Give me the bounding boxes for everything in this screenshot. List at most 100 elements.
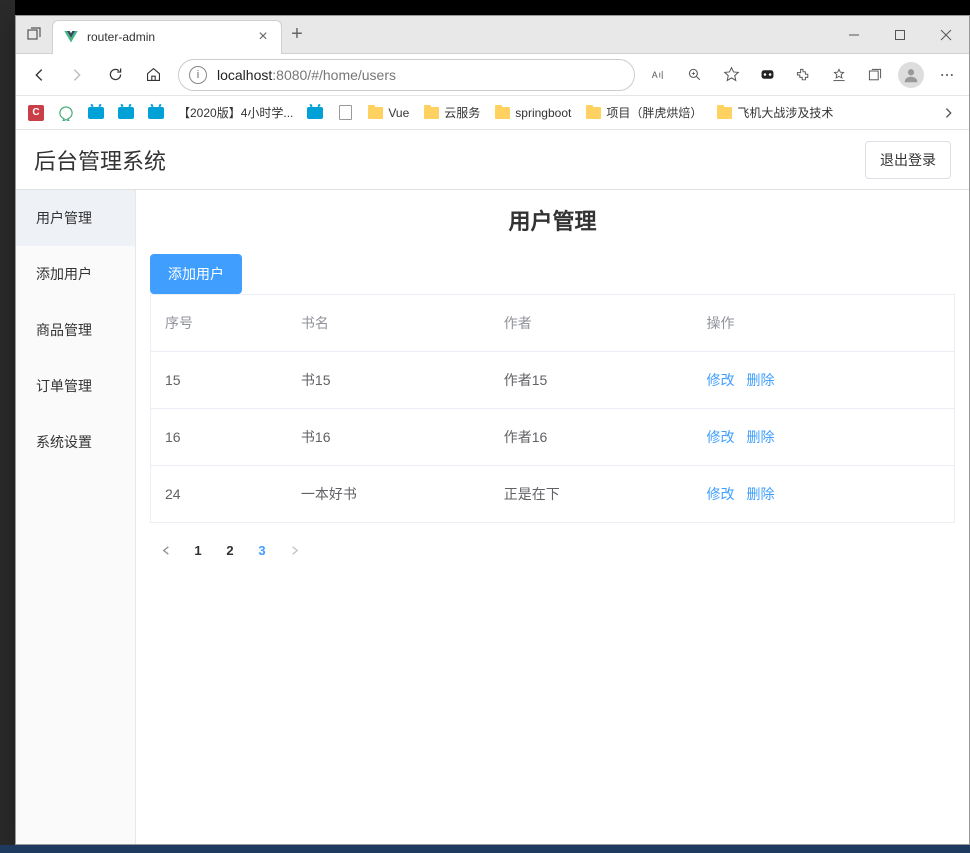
- favorites-bar-icon[interactable]: [823, 59, 855, 91]
- page-title: 用户管理: [150, 204, 955, 236]
- page-number-button[interactable]: 3: [246, 535, 278, 565]
- folder-icon: [585, 105, 601, 121]
- cell-id: 15: [151, 352, 287, 409]
- bili-icon: [307, 105, 323, 121]
- browser-title-bar: router-admin × +: [16, 16, 969, 54]
- browser-tab[interactable]: router-admin ×: [52, 20, 282, 54]
- refresh-button[interactable]: [98, 58, 132, 92]
- table-header-actions: 操作: [693, 295, 955, 352]
- site-info-icon[interactable]: i: [189, 66, 207, 84]
- folder-icon: [423, 105, 439, 121]
- table-row: 16书16作者16修改删除: [151, 409, 955, 466]
- bili-icon: [148, 105, 164, 121]
- bookmark-item[interactable]: [82, 99, 110, 127]
- zoom-icon[interactable]: [679, 59, 711, 91]
- table-header-row: 序号 书名 作者 操作: [151, 295, 955, 352]
- new-tab-button[interactable]: +: [282, 23, 312, 46]
- bookmark-item[interactable]: [331, 99, 359, 127]
- cell-name: 书16: [287, 409, 490, 466]
- url-text: localhost:8080/#/home/users: [217, 67, 624, 83]
- table-header-author: 作者: [490, 295, 693, 352]
- page-number-button[interactable]: 2: [214, 535, 246, 565]
- bookmark-icon: [58, 105, 74, 121]
- edit-link[interactable]: 修改: [707, 429, 735, 445]
- bookmark-item[interactable]: C: [22, 99, 50, 127]
- folder-icon: [367, 105, 383, 121]
- bookmark-item[interactable]: [52, 99, 80, 127]
- menu-icon[interactable]: [931, 59, 963, 91]
- main-content: 用户管理 添加用户 序号 书名 作者 操作 15书15作者15修改删除16书16…: [136, 190, 969, 844]
- bili-icon: [88, 105, 104, 121]
- back-button[interactable]: [22, 58, 56, 92]
- forward-button[interactable]: [60, 58, 94, 92]
- app-header: 后台管理系统 退出登录: [16, 130, 969, 190]
- bookmark-item[interactable]: 【2020版】4小时学...: [172, 99, 299, 127]
- app-title: 后台管理系统: [34, 144, 865, 176]
- bookmark-folder[interactable]: 云服务: [417, 99, 486, 127]
- app-viewport: 后台管理系统 退出登录 用户管理 添加用户 商品管理 订单管理 系统设置 用户管…: [16, 130, 969, 844]
- extensions-icon[interactable]: [787, 59, 819, 91]
- logout-button[interactable]: 退出登录: [865, 141, 951, 179]
- bookmark-item[interactable]: [142, 99, 170, 127]
- vue-icon: [63, 29, 79, 45]
- address-bar: i localhost:8080/#/home/users A: [16, 54, 969, 96]
- bookmark-bar: C 【2020版】4小时学... Vue 云服务 springboot 项目（胖…: [16, 96, 969, 130]
- sidebar-item-add-user[interactable]: 添加用户: [16, 246, 135, 302]
- tab-close-icon[interactable]: ×: [255, 29, 271, 45]
- bookmark-folder[interactable]: springboot: [488, 99, 577, 127]
- cell-author: 作者15: [490, 352, 693, 409]
- bili-icon: [118, 105, 134, 121]
- cell-actions: 修改删除: [693, 466, 955, 523]
- bookmark-label: Vue: [388, 106, 409, 120]
- sidebar-item-products[interactable]: 商品管理: [16, 302, 135, 358]
- page-number-button[interactable]: 1: [182, 535, 214, 565]
- table-header-id: 序号: [151, 295, 287, 352]
- bookmark-icon: C: [28, 105, 44, 121]
- bookmark-label: 飞机大战涉及技术: [737, 104, 833, 121]
- bookmark-folder[interactable]: 飞机大战涉及技术: [710, 99, 839, 127]
- delete-link[interactable]: 删除: [747, 486, 775, 502]
- bookmark-item[interactable]: [112, 99, 140, 127]
- table-row: 15书15作者15修改删除: [151, 352, 955, 409]
- bookmark-label: 项目（胖虎烘焙）: [606, 104, 702, 121]
- cell-id: 16: [151, 409, 287, 466]
- tab-title: router-admin: [87, 30, 255, 44]
- page-next-button[interactable]: [278, 535, 310, 565]
- extension-1-icon[interactable]: [751, 59, 783, 91]
- folder-icon: [716, 105, 732, 121]
- home-button[interactable]: [136, 58, 170, 92]
- bookmark-folder[interactable]: 项目（胖虎烘焙）: [579, 99, 708, 127]
- bookmark-overflow-icon[interactable]: [935, 99, 963, 127]
- sidebar: 用户管理 添加用户 商品管理 订单管理 系统设置: [16, 190, 136, 844]
- profile-avatar[interactable]: [895, 59, 927, 91]
- pagination: 123: [150, 523, 955, 577]
- sidebar-item-users[interactable]: 用户管理: [16, 190, 135, 246]
- sidebar-item-orders[interactable]: 订单管理: [16, 358, 135, 414]
- bookmark-folder[interactable]: Vue: [361, 99, 415, 127]
- cell-author: 正是在下: [490, 466, 693, 523]
- sidebar-item-settings[interactable]: 系统设置: [16, 414, 135, 470]
- edit-link[interactable]: 修改: [707, 372, 735, 388]
- cell-actions: 修改删除: [693, 409, 955, 466]
- page-icon: [337, 105, 353, 121]
- minimize-button[interactable]: [831, 16, 877, 54]
- taskbar-hint: [0, 845, 970, 853]
- window-controls: [831, 16, 969, 54]
- cell-id: 24: [151, 466, 287, 523]
- svg-text:A: A: [652, 70, 658, 80]
- delete-link[interactable]: 删除: [747, 429, 775, 445]
- page-prev-button[interactable]: [150, 535, 182, 565]
- add-user-button[interactable]: 添加用户: [150, 254, 242, 294]
- edit-link[interactable]: 修改: [707, 486, 735, 502]
- collections-icon[interactable]: [859, 59, 891, 91]
- url-field[interactable]: i localhost:8080/#/home/users: [178, 59, 635, 91]
- close-window-button[interactable]: [923, 16, 969, 54]
- maximize-button[interactable]: [877, 16, 923, 54]
- delete-link[interactable]: 删除: [747, 372, 775, 388]
- read-aloud-icon[interactable]: A: [643, 59, 675, 91]
- bookmark-item[interactable]: [301, 99, 329, 127]
- folder-icon: [494, 105, 510, 121]
- favorite-icon[interactable]: [715, 59, 747, 91]
- bookmark-label: springboot: [515, 106, 571, 120]
- tab-actions-icon[interactable]: [16, 27, 52, 43]
